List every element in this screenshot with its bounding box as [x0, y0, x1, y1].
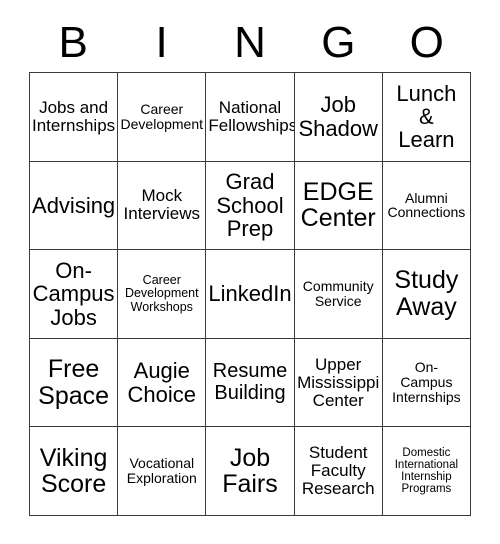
bingo-cell-label: Domestic International Internship Progra… — [394, 446, 459, 496]
bingo-cell-r5c1[interactable]: Viking Score — [30, 427, 119, 516]
bingo-cell-r2c4[interactable]: EDGE Center — [294, 161, 383, 251]
bingo-header-letter-g: G — [321, 18, 356, 67]
bingo-grid: Jobs and Internships Career Development Na… — [29, 72, 471, 516]
bingo-cell-label: Alumni Connections — [387, 189, 466, 221]
bingo-cell-r5c4[interactable]: Student Faculty Research — [294, 427, 383, 516]
bingo-cell-r5c3[interactable]: Job Fairs — [206, 427, 295, 516]
bingo-cell-r3c4[interactable]: Community Service — [294, 250, 383, 339]
bingo-cell-r1c1[interactable]: Jobs and Internships — [30, 73, 119, 162]
bingo-cell-r5c2[interactable]: Vocational Exploration — [118, 427, 207, 516]
bingo-cell-r1c4[interactable]: Job Shadow — [294, 73, 383, 162]
bingo-cell-r4c5[interactable]: On- Campus Internships — [382, 338, 471, 428]
bingo-cell-label: Student Faculty Research — [301, 443, 375, 499]
bingo-cell-r2c5[interactable]: Alumni Connections — [382, 161, 471, 251]
bingo-cell-label: Augie Choice — [127, 358, 197, 407]
bingo-cell-label: Free Space — [38, 355, 110, 410]
bingo-header-letter-i: I — [155, 18, 168, 67]
bingo-cell-label: Job Fairs — [222, 443, 278, 499]
bingo-header-letter-b: B — [58, 18, 88, 67]
bingo-cell-label: On- Campus Internships — [392, 359, 461, 405]
bingo-cell-r4c3[interactable]: Resume Building — [206, 338, 295, 428]
bingo-cell-label: Career Development — [120, 100, 204, 132]
bingo-cell-r3c1[interactable]: On- Campus Jobs — [30, 250, 119, 339]
bingo-cell-r3c3[interactable]: LinkedIn — [206, 250, 295, 339]
bingo-cell-r3c5[interactable]: Study Away — [382, 250, 471, 339]
bingo-cell-label: Grad School Prep — [216, 169, 284, 242]
bingo-cell-r4c1[interactable]: Free Space — [30, 338, 119, 428]
bingo-cell-label: Viking Score — [39, 443, 108, 499]
bingo-cell-label: Vocational Exploration — [126, 455, 197, 487]
bingo-cell-label: Advising — [32, 192, 116, 218]
bingo-cell-label: Mock Interviews — [123, 186, 201, 224]
bingo-cell-label: Job Shadow — [298, 92, 378, 141]
bingo-cell-r4c2[interactable]: Augie Choice — [118, 338, 207, 428]
bingo-cell-label: Resume Building — [212, 360, 288, 404]
bingo-cell-label: National Fellowships — [208, 97, 295, 135]
bingo-cell-label: LinkedIn — [208, 281, 292, 307]
bingo-cell-label: Community Service — [302, 278, 374, 309]
bingo-cell-label: Upper Mississippi Center — [297, 354, 380, 410]
bingo-cell-r5c5[interactable]: Domestic International Internship Progra… — [382, 427, 471, 516]
bingo-cell-r1c5[interactable]: Lunch & Learn — [382, 73, 471, 162]
bingo-cell-label: On- Campus Jobs — [32, 258, 115, 330]
bingo-cell-r2c2[interactable]: Mock Interviews — [118, 161, 207, 251]
bingo-header-letter-o: O — [409, 18, 444, 67]
bingo-cell-label: EDGE Center — [300, 177, 376, 233]
bingo-header-row: B I N G O — [29, 14, 471, 72]
bingo-cell-r1c3[interactable]: National Fellowships — [206, 73, 295, 162]
bingo-cell-r4c4[interactable]: Upper Mississippi Center — [294, 338, 383, 428]
bingo-card: B I N G O Jobs and Internships Career Dev… — [29, 14, 471, 516]
bingo-cell-r2c1[interactable]: Advising — [30, 161, 119, 251]
bingo-cell-r1c2[interactable]: Career Development — [118, 73, 207, 162]
bingo-cell-r2c3[interactable]: Grad School Prep — [206, 161, 295, 251]
bingo-cell-label: Career Development Workshops — [124, 273, 199, 314]
bingo-cell-label: Study Away — [394, 266, 459, 321]
bingo-cell-label: Lunch & Learn — [396, 80, 457, 153]
bingo-cell-r3c2[interactable]: Career Development Workshops — [118, 250, 207, 339]
bingo-header-letter-n: N — [234, 18, 266, 67]
bingo-cell-label: Jobs and Internships — [32, 97, 116, 135]
